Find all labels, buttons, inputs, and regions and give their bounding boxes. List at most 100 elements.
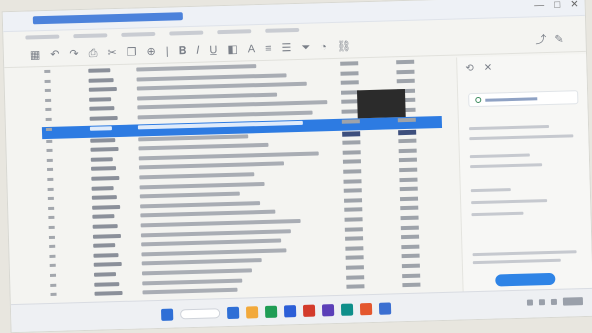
value-cell[interactable] [402, 273, 421, 278]
fill-color-icon[interactable]: ◧ [227, 44, 238, 56]
menu-item[interactable] [217, 29, 252, 35]
value-cell[interactable] [398, 158, 417, 163]
value-cell[interactable] [345, 236, 364, 241]
item-code-cell[interactable] [93, 262, 122, 268]
item-code-cell[interactable] [89, 106, 115, 112]
value-cell[interactable] [400, 225, 419, 230]
value-cell[interactable] [344, 207, 363, 213]
history-icon[interactable]: ⟲ [465, 63, 474, 74]
taskbar-search[interactable] [180, 308, 221, 320]
value-cell[interactable] [402, 282, 421, 288]
taskbar-app-icon[interactable] [264, 305, 278, 318]
redo-icon[interactable]: ↷ [69, 48, 79, 60]
taskbar-app-icon[interactable] [226, 306, 240, 320]
grid-icon[interactable]: ▦ [30, 49, 41, 61]
value-cell[interactable] [396, 78, 415, 84]
item-code-cell[interactable] [89, 96, 112, 102]
value-cell[interactable] [342, 150, 361, 155]
description-cell[interactable] [141, 258, 262, 266]
taskbar-app-icon[interactable] [378, 302, 392, 315]
value-cell[interactable] [340, 61, 359, 66]
start-button[interactable] [160, 308, 174, 321]
value-cell[interactable] [398, 148, 417, 153]
value-cell[interactable] [399, 186, 418, 192]
taskbar-app-icon[interactable] [359, 302, 373, 316]
description-cell[interactable] [138, 133, 249, 142]
network-icon[interactable] [526, 299, 534, 306]
item-code-cell[interactable] [89, 125, 112, 131]
item-code-cell[interactable] [92, 233, 121, 239]
value-cell[interactable] [398, 138, 417, 144]
close-icon[interactable]: ✕ [484, 63, 493, 74]
value-cell[interactable] [343, 198, 363, 203]
value-cell[interactable] [396, 69, 415, 74]
item-code-cell[interactable] [92, 204, 121, 210]
description-cell[interactable] [142, 287, 238, 295]
item-code-cell[interactable] [91, 195, 117, 200]
description-cell[interactable] [136, 64, 257, 72]
item-code-cell[interactable] [91, 175, 120, 181]
value-cell[interactable] [399, 167, 418, 173]
taskbar-app-icon[interactable] [245, 306, 259, 319]
taskbar-app-icon[interactable] [283, 305, 297, 318]
description-cell[interactable] [141, 268, 253, 276]
value-cell[interactable] [401, 263, 420, 269]
description-cell[interactable] [139, 191, 240, 199]
value-cell[interactable] [397, 117, 416, 122]
value-cell[interactable] [343, 178, 362, 184]
value-cell[interactable] [340, 80, 359, 85]
description-cell[interactable] [138, 143, 269, 151]
item-code-cell[interactable] [92, 214, 115, 220]
description-cell[interactable] [139, 181, 265, 190]
copy-icon[interactable]: ❐ [127, 46, 137, 58]
align-left-icon[interactable]: ≡ [265, 43, 272, 55]
item-code-cell[interactable] [94, 281, 120, 287]
underline-icon[interactable]: U̲ [209, 44, 217, 56]
description-cell[interactable] [140, 200, 261, 209]
value-cell[interactable] [401, 244, 420, 249]
taskbar-app-icon[interactable] [340, 303, 354, 316]
item-code-cell[interactable] [90, 137, 116, 143]
taskbar-app-icon[interactable] [321, 304, 335, 317]
item-code-cell[interactable] [92, 224, 118, 229]
zoom-icon[interactable]: ⊕ [146, 46, 156, 58]
value-cell[interactable] [342, 159, 362, 165]
value-cell[interactable] [343, 169, 362, 174]
maximize-button[interactable]: □ [554, 0, 560, 11]
battery-icon[interactable] [550, 298, 558, 305]
description-cell[interactable] [142, 278, 243, 285]
item-code-cell[interactable] [88, 77, 114, 83]
bold-icon[interactable]: 𝐁 [178, 45, 186, 57]
close-button[interactable]: ✕ [570, 0, 579, 10]
item-code-cell[interactable] [93, 243, 116, 248]
volume-icon[interactable] [538, 299, 546, 306]
minimize-button[interactable]: — [534, 0, 544, 11]
menu-item[interactable] [73, 33, 108, 39]
value-cell[interactable] [346, 284, 365, 289]
value-cell[interactable] [344, 226, 363, 232]
taskbar-app-icon[interactable] [302, 304, 316, 317]
align-center-icon[interactable]: ☰ [281, 42, 291, 54]
link-icon[interactable]: ⛓ [337, 40, 351, 52]
cut-icon[interactable]: ✂ [107, 47, 117, 59]
item-code-cell[interactable] [88, 87, 117, 92]
text-color-icon[interactable]: A [248, 43, 256, 55]
value-cell[interactable] [399, 177, 418, 182]
item-code-cell[interactable] [90, 147, 119, 152]
item-code-cell[interactable] [91, 166, 117, 172]
item-code-cell[interactable] [90, 156, 113, 162]
item-code-cell[interactable] [88, 68, 111, 73]
value-cell[interactable] [341, 118, 360, 124]
item-code-cell[interactable] [89, 116, 118, 121]
italic-icon[interactable]: 𝐼 [196, 45, 199, 57]
undo-icon[interactable]: ↶ [50, 49, 60, 61]
value-cell[interactable] [400, 206, 419, 211]
value-cell[interactable] [398, 129, 417, 135]
share-icon[interactable]: ⤴ [535, 34, 546, 46]
item-code-cell[interactable] [93, 272, 117, 277]
value-cell[interactable] [342, 130, 361, 137]
item-code-cell[interactable] [94, 291, 123, 296]
value-cell[interactable] [344, 217, 363, 222]
chart-icon[interactable]: ◔ [320, 41, 327, 53]
comment-icon[interactable]: ✎ [554, 34, 564, 46]
